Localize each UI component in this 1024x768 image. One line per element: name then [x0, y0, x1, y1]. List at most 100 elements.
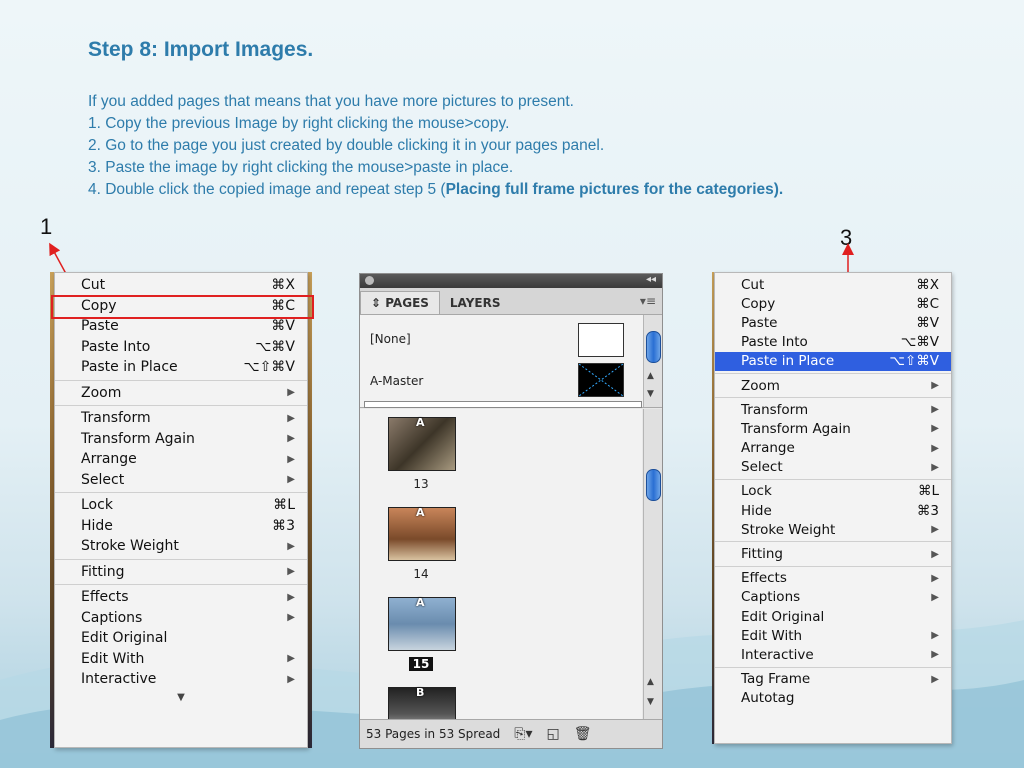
menu-item-paste-in-place[interactable]: Paste in Place ⌥⇧⌘V	[55, 357, 307, 378]
master-none[interactable]: [None]	[360, 319, 630, 359]
panel-resize-bar[interactable]	[364, 401, 642, 408]
panel-menu-icon[interactable]: ▾≡	[640, 294, 656, 308]
edit-page-size-icon[interactable]: ⎘▾	[514, 726, 532, 742]
menu-item-fitting[interactable]: Fitting ▶	[715, 544, 951, 563]
collapse-icon[interactable]: ◂◂	[646, 274, 656, 285]
masters-scrollbar[interactable]: ▲ ▼	[643, 315, 662, 407]
menu-item-fitting[interactable]: Fitting ▶	[55, 562, 307, 583]
menu-item-select[interactable]: Select ▶	[55, 470, 307, 491]
menu-item-label: Fitting	[741, 546, 783, 563]
menu-item-paste-into[interactable]: Paste Into ⌥⌘V	[715, 333, 951, 352]
submenu-arrow-icon: ▶	[287, 412, 295, 424]
page-thumbnail[interactable]: A	[388, 596, 456, 651]
master-letter: A	[416, 596, 425, 609]
menu-item-arrange[interactable]: Arrange ▶	[715, 439, 951, 458]
menu-item-lock[interactable]: Lock ⌘L	[715, 482, 951, 501]
scroll-down-icon[interactable]: ▼	[55, 692, 307, 708]
page-thumbnail[interactable]: B	[388, 686, 456, 719]
menu-item-label: Cut	[741, 276, 765, 293]
menu-item-edit-original[interactable]: Edit Original	[715, 607, 951, 626]
menu-item-edit-with[interactable]: Edit With ▶	[55, 649, 307, 670]
menu-item-arrange[interactable]: Arrange ▶	[55, 449, 307, 470]
menu-item-paste-into[interactable]: Paste Into ⌥⌘V	[55, 337, 307, 358]
menu-item-label: Arrange	[81, 451, 137, 468]
master-a[interactable]: A-Master	[360, 361, 630, 401]
menu-item-label: Paste in Place	[741, 353, 835, 370]
scroll-up-icon[interactable]: ▲	[647, 677, 654, 687]
menu-item-paste[interactable]: Paste ⌘V	[715, 313, 951, 332]
menu-left-group: Zoom ▶	[55, 381, 307, 406]
menu-item-copy[interactable]: Copy ⌘C	[55, 296, 307, 317]
menu-item-shortcut: ⌥⇧⌘V	[243, 359, 295, 376]
menu-item-transform-again[interactable]: Transform Again ▶	[55, 429, 307, 450]
menu-item-hide[interactable]: Hide ⌘3	[55, 516, 307, 537]
master-letter: A	[416, 506, 425, 519]
submenu-arrow-icon: ▶	[287, 591, 295, 603]
menu-item-stroke-weight[interactable]: Stroke Weight ▶	[55, 536, 307, 557]
page-thumbnail[interactable]: A	[388, 506, 456, 561]
menu-item-shortcut: ⌘C	[271, 297, 295, 314]
menu-item-paste[interactable]: Paste ⌘V	[55, 316, 307, 337]
menu-item-transform-again[interactable]: Transform Again ▶	[715, 419, 951, 438]
pages-scroll-thumb[interactable]	[646, 469, 661, 501]
menu-item-label: Paste Into	[81, 338, 151, 355]
page-thumbnail[interactable]: A	[388, 416, 456, 471]
tab-layers[interactable]: LAYERS	[440, 292, 511, 314]
menu-item-lock[interactable]: Lock ⌘L	[55, 495, 307, 516]
submenu-arrow-icon: ▶	[287, 673, 295, 685]
page-number-label: 15	[408, 657, 434, 671]
menu-item-effects[interactable]: Effects ▶	[715, 569, 951, 588]
menu-item-label: Effects	[741, 570, 787, 587]
menu-item-effects[interactable]: Effects ▶	[55, 587, 307, 608]
menu-item-edit-with[interactable]: Edit With ▶	[715, 626, 951, 645]
submenu-arrow-icon: ▶	[931, 572, 939, 584]
scroll-down-icon[interactable]: ▼	[647, 389, 654, 399]
instruction-step-3: 3. Paste the image by right clicking the…	[88, 159, 514, 176]
menu-item-shortcut: ⌥⇧⌘V	[889, 353, 939, 370]
new-page-icon[interactable]: ◱	[547, 726, 560, 742]
menu-item-shortcut: ⌘X	[271, 277, 295, 294]
menu-item-captions[interactable]: Captions ▶	[715, 588, 951, 607]
menu-item-captions[interactable]: Captions ▶	[55, 608, 307, 629]
submenu-arrow-icon: ▶	[287, 566, 295, 578]
menu-item-cut[interactable]: Cut ⌘X	[715, 275, 951, 294]
menu-item-shortcut: ⌘3	[916, 502, 939, 519]
menu-item-label: Copy	[741, 295, 776, 312]
menu-item-zoom[interactable]: Zoom ▶	[55, 383, 307, 404]
menu-item-copy[interactable]: Copy ⌘C	[715, 294, 951, 313]
menu-item-label: Edit With	[741, 627, 803, 644]
submenu-arrow-icon: ▶	[287, 474, 295, 486]
submenu-arrow-icon: ▶	[931, 404, 939, 416]
menu-item-transform[interactable]: Transform ▶	[55, 408, 307, 429]
menu-item-label: Tag Frame	[741, 671, 811, 688]
scroll-down-icon[interactable]: ▼	[647, 697, 654, 707]
submenu-arrow-icon: ▶	[287, 653, 295, 665]
menu-right-group: Zoom ▶	[715, 374, 951, 399]
close-icon[interactable]	[365, 276, 374, 285]
menu-item-shortcut: ⌥⌘V	[255, 338, 295, 355]
scroll-up-icon[interactable]: ▲	[647, 371, 654, 381]
menu-item-hide[interactable]: Hide ⌘3	[715, 501, 951, 520]
menu-item-cut[interactable]: Cut ⌘X	[55, 275, 307, 296]
menu-item-tag-frame[interactable]: Tag Frame ▶	[715, 670, 951, 689]
tab-pages[interactable]: ⇕ PAGES	[360, 291, 440, 314]
menu-item-zoom[interactable]: Zoom ▶	[715, 376, 951, 395]
menu-item-shortcut: ⌘V	[916, 314, 939, 331]
menu-item-label: Zoom	[81, 384, 122, 401]
menu-left-group: Fitting ▶	[55, 560, 307, 585]
page-number: 13	[388, 477, 454, 491]
menu-item-paste-in-place[interactable]: Paste in Place ⌥⇧⌘V	[715, 351, 951, 371]
menu-item-edit-original[interactable]: Edit Original	[55, 628, 307, 649]
menu-item-interactive[interactable]: Interactive ▶	[715, 645, 951, 664]
menu-item-interactive[interactable]: Interactive ▶	[55, 669, 307, 690]
trash-icon[interactable]: 🗑	[574, 726, 592, 742]
pages-scrollbar[interactable]: ▲ ▼	[643, 409, 662, 719]
page-number-label: 13	[413, 477, 429, 491]
masters-scroll-thumb[interactable]	[646, 331, 661, 363]
master-a-thumbnail	[578, 363, 624, 397]
menu-item-select[interactable]: Select ▶	[715, 458, 951, 477]
menu-item-autotag[interactable]: Autotag	[715, 689, 951, 708]
menu-item-stroke-weight[interactable]: Stroke Weight ▶	[715, 520, 951, 539]
menu-item-transform[interactable]: Transform ▶	[715, 400, 951, 419]
page-number: 15	[388, 657, 454, 671]
